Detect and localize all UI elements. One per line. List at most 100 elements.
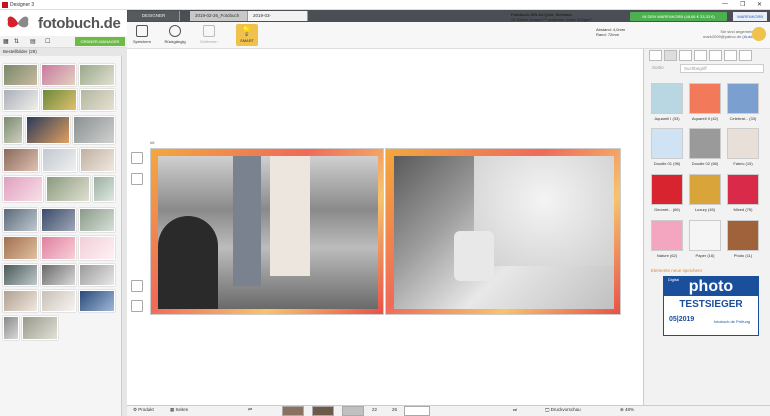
page-thumbnail[interactable] xyxy=(312,406,334,416)
search-input[interactable]: Suchbegriff xyxy=(680,64,764,73)
photo-thumbnail[interactable] xyxy=(22,316,58,340)
save-elements-link[interactable]: Elemente neue speichern xyxy=(651,268,702,273)
photo-thumbnail[interactable] xyxy=(3,64,38,86)
photo-thumbnail[interactable] xyxy=(79,236,115,260)
background-category-tile[interactable] xyxy=(689,220,721,251)
background-category-tile[interactable] xyxy=(651,220,683,251)
tab-layouts-icon[interactable] xyxy=(679,50,692,61)
background-category-tile[interactable] xyxy=(727,220,759,251)
photo-thumbnail[interactable] xyxy=(41,264,76,286)
add-text-icon[interactable] xyxy=(131,173,143,185)
add-image-icon[interactable] xyxy=(131,152,143,164)
photo-thumbnail[interactable] xyxy=(26,116,70,144)
border-label: Rand: xyxy=(596,32,607,37)
photo-thumbnail[interactable] xyxy=(41,236,76,260)
photo-thumbnail[interactable] xyxy=(80,148,115,172)
photo-thumbnail[interactable] xyxy=(41,290,76,312)
window-title: Designer 3 xyxy=(10,2,35,8)
maximize-icon[interactable]: ❐ xyxy=(740,1,745,8)
photo-thumbnail[interactable] xyxy=(42,148,77,172)
photo-thumbnail[interactable] xyxy=(41,64,76,86)
view-grid-icon[interactable]: ▦ xyxy=(3,38,9,45)
copy-page-icon[interactable] xyxy=(131,280,143,292)
background-category-tile[interactable] xyxy=(727,83,759,114)
sort-label[interactable]: Sortie xyxy=(652,65,664,70)
background-category-label: Doodle 02 (66) xyxy=(691,161,719,166)
layout-icon[interactable]: ▤ xyxy=(30,38,36,45)
close-icon[interactable]: ✕ xyxy=(757,1,762,8)
photo-thumbnail[interactable] xyxy=(73,116,115,144)
pages-button[interactable]: ▦ Seiten xyxy=(170,407,188,413)
page-thumbnail[interactable] xyxy=(342,406,364,416)
photo-thumbnail[interactable] xyxy=(46,176,90,202)
photo-thumbnail[interactable] xyxy=(79,208,115,232)
order-photos-title: Bestellbilder (29) xyxy=(0,48,127,56)
tab-photos-icon[interactable] xyxy=(649,50,662,61)
tab-document-2[interactable]: 2019-03-20_Fotobuch_3 xyxy=(248,11,308,28)
wedding-photo-right[interactable] xyxy=(394,156,614,309)
photo-thumbnail[interactable] xyxy=(3,316,19,340)
background-category-tile[interactable] xyxy=(689,83,721,114)
sort-icon[interactable]: ⇅ xyxy=(14,38,19,45)
trash-icon[interactable] xyxy=(131,300,143,312)
background-category-label: Photo (11) xyxy=(733,253,753,258)
background-category-tile[interactable] xyxy=(651,174,683,205)
tab-backgrounds-icon[interactable] xyxy=(664,50,677,61)
border-value[interactable]: 72mm xyxy=(608,32,619,37)
lightbulb-icon: 💡 xyxy=(241,26,253,36)
background-category-tile[interactable] xyxy=(727,128,759,159)
product-label: Produkt xyxy=(138,407,154,412)
background-category-label: Fabric (15) xyxy=(733,161,753,166)
photo-thumbnail[interactable] xyxy=(42,89,77,111)
margin-settings[interactable]: Abstand: 4,0mm Rand: 72mm xyxy=(596,27,625,37)
photo-thumbnail[interactable] xyxy=(41,208,76,232)
photo-thumbnail[interactable] xyxy=(3,208,38,232)
remove-button[interactable]: Entfernen xyxy=(198,25,220,44)
tab-document-1[interactable]: 2019-02-26_Fotobuch xyxy=(190,11,248,21)
smart-button[interactable]: 💡 SMART xyxy=(236,24,258,46)
background-category-tile[interactable] xyxy=(651,128,683,159)
brand-name: fotobuch.de xyxy=(38,15,121,32)
photo-thumbnail[interactable] xyxy=(79,290,115,312)
photo-thumbnail[interactable] xyxy=(79,264,115,286)
current-page-thumbnail[interactable] xyxy=(404,406,430,416)
tab-text-icon[interactable] xyxy=(694,50,707,61)
cart-button[interactable]: WARENKORB xyxy=(733,12,767,21)
zoom-control[interactable]: ⊕ 48% xyxy=(620,407,634,413)
undo-button[interactable]: Rückgängig xyxy=(164,25,186,44)
background-category-tile[interactable] xyxy=(689,128,721,159)
photo-thumbnail[interactable] xyxy=(3,148,39,172)
print-preview-button[interactable]: 🖵 Druckvorschau xyxy=(545,407,581,412)
right-page[interactable] xyxy=(385,148,621,315)
photo-thumbnail[interactable] xyxy=(79,64,115,86)
photo-thumbnail[interactable] xyxy=(3,176,43,202)
page-total: 26 xyxy=(392,407,398,412)
tab-masks-icon[interactable] xyxy=(739,50,752,61)
photo-thumbnail[interactable] xyxy=(3,290,38,312)
photo-thumbnail[interactable] xyxy=(3,89,39,111)
photo-thumbnail[interactable] xyxy=(80,89,115,111)
folder-manager-button[interactable]: ORDNER-MANAGER xyxy=(75,37,125,46)
tab-cliparts-icon[interactable] xyxy=(709,50,722,61)
page-number: #8 xyxy=(150,140,155,145)
left-page[interactable] xyxy=(150,148,384,315)
background-category-tile[interactable] xyxy=(651,83,683,114)
first-page-icon[interactable]: ⏮ xyxy=(248,407,252,412)
lock-icon[interactable] xyxy=(752,27,766,41)
page-thumbnail[interactable] xyxy=(282,406,304,416)
save-button[interactable]: Speichern xyxy=(131,25,153,44)
photo-thumbnail[interactable] xyxy=(3,264,38,286)
background-category-tile[interactable] xyxy=(689,174,721,205)
add-to-cart-button[interactable]: IN DEN WARENKORB (48,66 € 33,33 €) xyxy=(630,12,727,21)
last-page-icon[interactable]: ⏭ xyxy=(513,407,517,412)
tab-designer[interactable]: DESIGNER xyxy=(128,11,180,21)
minimize-icon[interactable]: — xyxy=(722,1,728,7)
photo-thumbnail[interactable] xyxy=(93,176,115,202)
photo-thumbnail[interactable] xyxy=(3,236,38,260)
background-category-tile[interactable] xyxy=(727,174,759,205)
product-button[interactable]: ⚙ Produkt xyxy=(133,407,154,413)
tab-frames-icon[interactable] xyxy=(724,50,737,61)
wedding-photo-left[interactable] xyxy=(158,156,378,309)
photo-thumbnail[interactable] xyxy=(3,116,23,144)
select-icon[interactable]: ☐ xyxy=(45,38,50,45)
